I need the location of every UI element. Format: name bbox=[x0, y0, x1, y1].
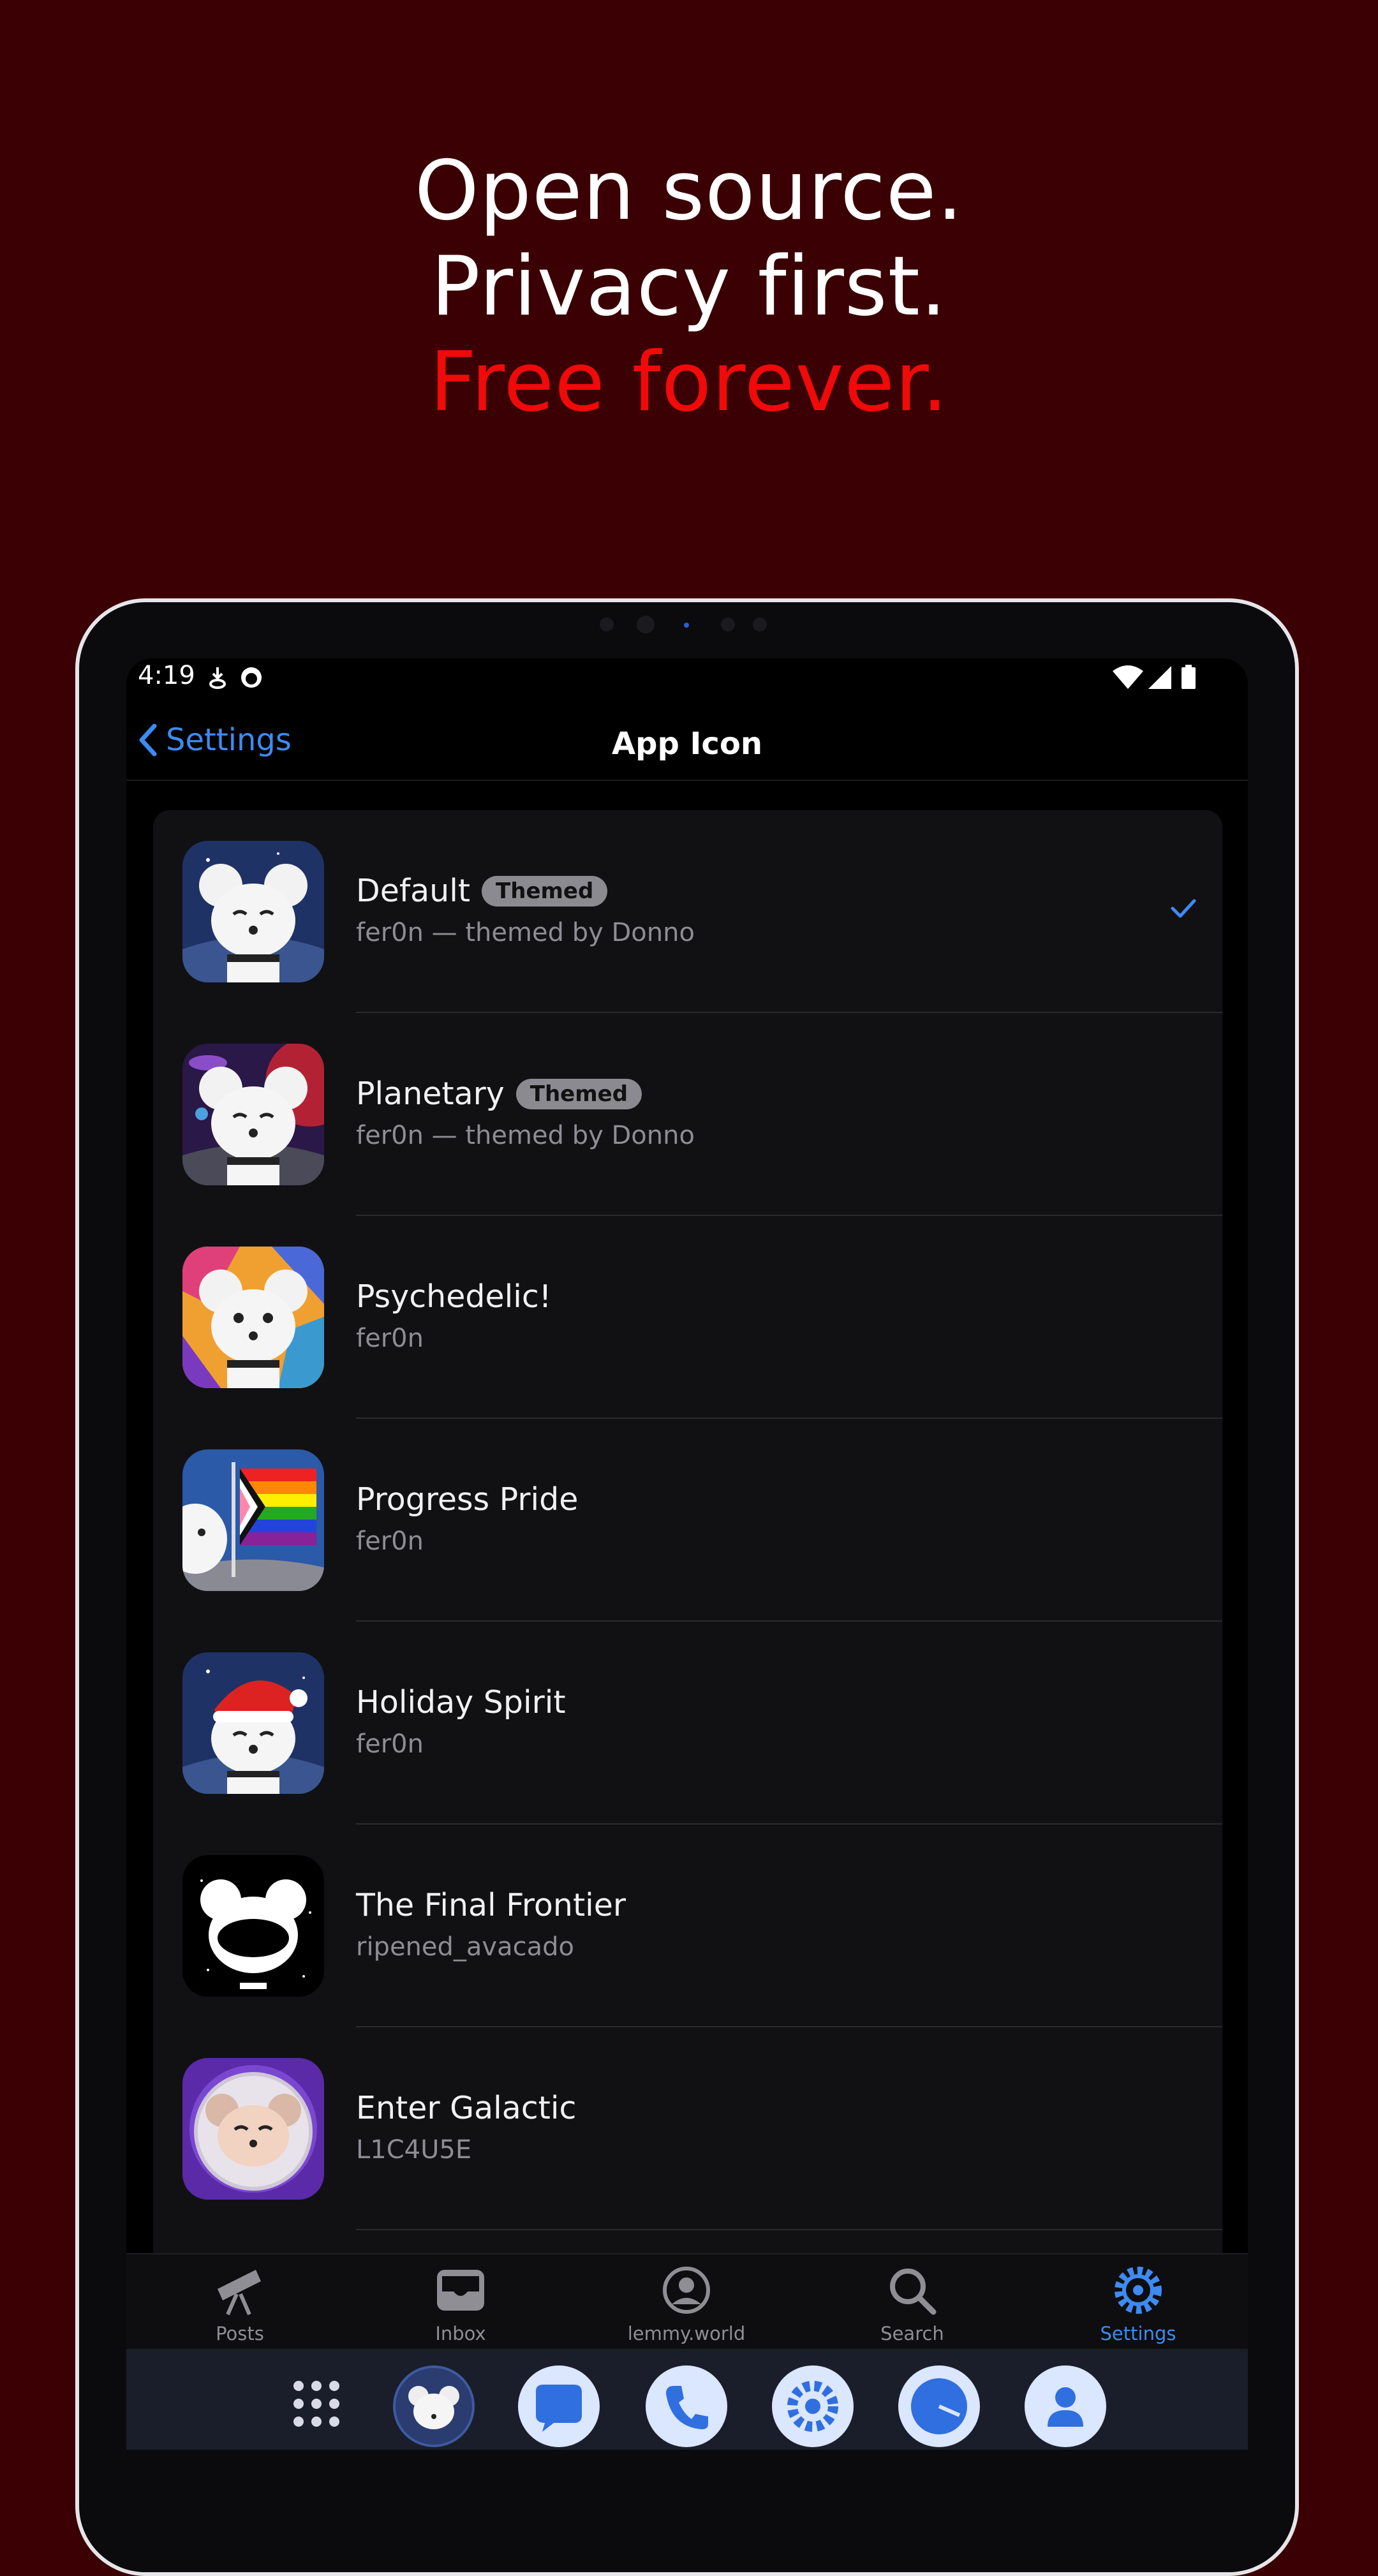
headline-line-1: Open source. bbox=[414, 144, 964, 239]
option-author: fer0n bbox=[356, 1527, 424, 1556]
option-texts: Holiday Spirit fer0n bbox=[356, 1684, 566, 1759]
profile-circle-icon bbox=[663, 2267, 710, 2314]
option-title: Psychedelic! bbox=[356, 1278, 552, 1315]
mouse-astronaut-psychedelic-icon bbox=[182, 1247, 324, 1388]
option-author: L1C4U5E bbox=[356, 2135, 472, 2165]
option-author: ripened_avacado bbox=[356, 1932, 574, 1962]
option-texts: Psychedelic! fer0n bbox=[356, 1278, 551, 1353]
option-title: Progress Pride bbox=[356, 1481, 579, 1518]
option-texts: The Final Frontier ripened_avacado bbox=[356, 1887, 626, 1962]
wifi-icon bbox=[1111, 665, 1145, 697]
option-texts: Progress Pride fer0n bbox=[356, 1481, 578, 1556]
status-bar: 4:19 bbox=[126, 658, 1248, 703]
option-author: fer0n — themed by Donno bbox=[356, 918, 695, 947]
option-author: fer0n bbox=[356, 1729, 424, 1759]
checkmark-icon bbox=[1171, 899, 1196, 918]
mouse-astronaut-galactic-icon bbox=[182, 2058, 324, 2200]
option-title: Default bbox=[356, 873, 471, 909]
mlem-app-icon[interactable] bbox=[393, 2365, 475, 2447]
row-divider bbox=[356, 2229, 1222, 2230]
camera-indicator-icon bbox=[684, 623, 689, 628]
title-line: Psychedelic! bbox=[356, 1278, 551, 1315]
battery-icon bbox=[1180, 665, 1197, 697]
sensor-icon bbox=[600, 618, 614, 632]
app-icon-list: Default Themed fer0n — themed by Donno P… bbox=[153, 810, 1222, 2277]
title-line: The Final Frontier bbox=[356, 1887, 626, 1923]
camera-bar bbox=[600, 612, 778, 638]
sensor-icon bbox=[753, 618, 767, 632]
option-title: Enter Galactic bbox=[356, 2090, 577, 2126]
app-icon-option-progress-pride[interactable]: Progress Pride fer0n bbox=[153, 1419, 1222, 1622]
tab-inbox[interactable]: Inbox bbox=[365, 2263, 556, 2344]
tab-account[interactable]: lemmy.world bbox=[591, 2263, 782, 2344]
tab-posts[interactable]: Posts bbox=[144, 2263, 336, 2344]
camera-lens-icon bbox=[637, 616, 655, 633]
option-title: Holiday Spirit bbox=[356, 1684, 566, 1721]
themed-badge: Themed bbox=[482, 875, 608, 907]
app-icon-option-psychedelic[interactable]: Psychedelic! fer0n bbox=[153, 1216, 1222, 1419]
tab-label: Posts bbox=[216, 2323, 264, 2344]
app-drawer-icon[interactable] bbox=[291, 2378, 342, 2429]
option-texts: Default Themed fer0n — themed by Donno bbox=[356, 873, 695, 947]
mouse-astronaut-pride-flag-icon bbox=[182, 1449, 324, 1591]
app-icon-option-enter-galactic[interactable]: Enter Galactic L1C4U5E bbox=[153, 2027, 1222, 2230]
contacts-app-icon[interactable] bbox=[1025, 2365, 1106, 2447]
app-icon-option-final-frontier[interactable]: The Final Frontier ripened_avacado bbox=[153, 1825, 1222, 2027]
option-author: fer0n bbox=[356, 1324, 424, 1353]
mouse-astronaut-planetary-icon bbox=[182, 1044, 324, 1185]
mouse-helmet-silhouette-icon bbox=[182, 1855, 324, 1997]
option-title: Planetary bbox=[356, 1076, 505, 1112]
phone-app-icon[interactable] bbox=[646, 2365, 727, 2447]
option-texts: Planetary Themed fer0n — themed by Donno bbox=[356, 1076, 695, 1150]
tab-bar: Posts Inbox lemmy.world Search Settings bbox=[126, 2253, 1248, 2350]
telescope-icon bbox=[218, 2270, 261, 2316]
status-time: 4:19 bbox=[138, 661, 195, 690]
tab-label: lemmy.world bbox=[627, 2323, 746, 2344]
system-dock bbox=[126, 2349, 1248, 2450]
tab-label: Search bbox=[880, 2323, 944, 2344]
app-icon-option-planetary[interactable]: Planetary Themed fer0n — themed by Donno bbox=[153, 1013, 1222, 1216]
title-line: Enter Galactic bbox=[356, 2090, 576, 2126]
messages-app-icon[interactable] bbox=[518, 2365, 600, 2447]
title-line: Progress Pride bbox=[356, 1481, 578, 1518]
app-icon-option-holiday-spirit[interactable]: Holiday Spirit fer0n bbox=[153, 1622, 1222, 1825]
themed-badge: Themed bbox=[515, 1078, 642, 1109]
option-texts: Enter Galactic L1C4U5E bbox=[356, 2090, 576, 2165]
inbox-tray-icon bbox=[437, 2270, 484, 2311]
title-line: Planetary Themed bbox=[356, 1076, 695, 1112]
option-title: The Final Frontier bbox=[356, 1887, 626, 1923]
title-line: Default Themed bbox=[356, 873, 695, 909]
app-screen: 4:19 Settings App Icon Default Themed fe… bbox=[126, 658, 1248, 2450]
tab-label: Inbox bbox=[435, 2323, 486, 2344]
headline-line-2: Privacy first. bbox=[431, 239, 947, 334]
download-notification-icon bbox=[208, 665, 227, 697]
sync-icon bbox=[239, 665, 264, 697]
app-icon-option-default[interactable]: Default Themed fer0n — themed by Donno bbox=[153, 810, 1222, 1013]
tab-settings[interactable]: Settings bbox=[1042, 2263, 1234, 2344]
navigation-bar: Settings App Icon bbox=[126, 703, 1248, 781]
promo-headline: Open source. Privacy first. Free forever… bbox=[0, 144, 1378, 431]
clock-app-icon[interactable] bbox=[898, 2365, 980, 2447]
title-line: Holiday Spirit bbox=[356, 1684, 566, 1721]
sensor-icon bbox=[721, 618, 735, 632]
tab-search[interactable]: Search bbox=[817, 2263, 1008, 2344]
mouse-astronaut-default-icon bbox=[182, 841, 324, 982]
settings-app-icon[interactable] bbox=[772, 2365, 854, 2447]
signal-icon bbox=[1147, 665, 1173, 697]
tab-label: Settings bbox=[1100, 2323, 1176, 2344]
page-title: App Icon bbox=[611, 726, 763, 762]
headline-line-3: Free forever. bbox=[429, 335, 949, 430]
mouse-astronaut-santa-hat-icon bbox=[182, 1652, 324, 1794]
gear-icon bbox=[1115, 2267, 1162, 2314]
option-author: fer0n — themed by Donno bbox=[356, 1121, 695, 1150]
magnifier-icon bbox=[890, 2269, 937, 2315]
